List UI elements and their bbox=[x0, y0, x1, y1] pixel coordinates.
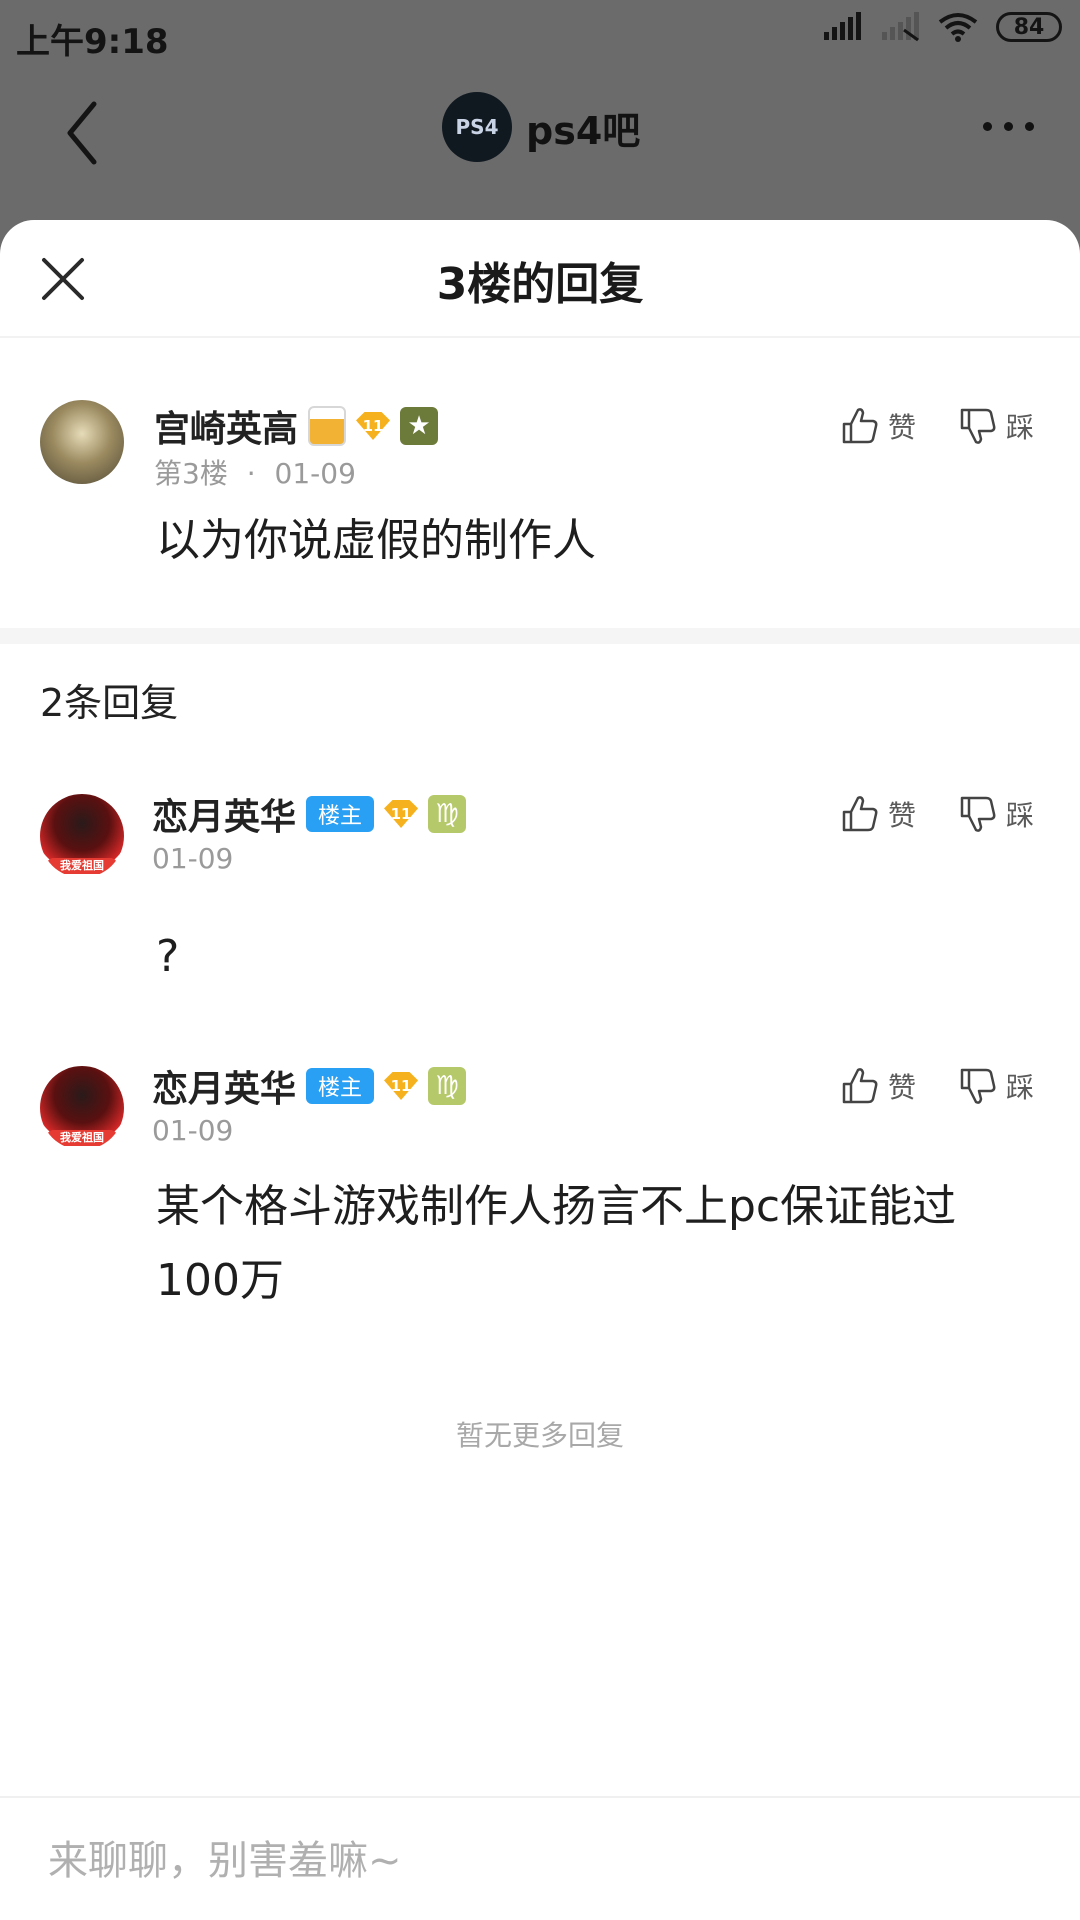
floor-number: 第3楼 bbox=[154, 457, 228, 490]
reply-count: 2条回复 bbox=[40, 681, 179, 725]
signal-icon bbox=[824, 12, 861, 40]
host-badge: 楼主 bbox=[306, 1068, 375, 1104]
zodiac-badge: ♍ bbox=[428, 1067, 467, 1105]
thumbs-up-icon bbox=[842, 1068, 878, 1104]
section-divider bbox=[0, 628, 1080, 644]
status-time: 上午9:18 bbox=[16, 22, 169, 62]
post-author: 宫崎英高 11 ★ bbox=[154, 400, 439, 452]
forum-logo: PS4 bbox=[442, 92, 512, 162]
reply-author: 恋月英华 楼主 11 ♍ bbox=[152, 788, 467, 840]
comment-bar bbox=[0, 1796, 1080, 1920]
reply-date: 01-09 bbox=[152, 842, 234, 875]
avatar[interactable]: 我爱祖国 bbox=[40, 794, 124, 878]
thumbs-up-icon bbox=[842, 796, 878, 832]
dislike-button[interactable]: 踩 bbox=[958, 794, 1034, 834]
dislike-label: 踩 bbox=[1006, 411, 1035, 444]
like-button[interactable]: 赞 bbox=[840, 794, 916, 834]
thumbs-down-icon bbox=[960, 796, 996, 832]
dislike-button[interactable]: 踩 bbox=[958, 1066, 1034, 1106]
avatar[interactable]: 我爱祖国 bbox=[40, 1066, 124, 1150]
like-button[interactable]: 赞 bbox=[840, 406, 916, 446]
post-meta: 第3楼 · 01-09 bbox=[154, 452, 356, 492]
like-label: 赞 bbox=[888, 411, 917, 444]
more-dot bbox=[1025, 122, 1034, 131]
status-icons: 84 bbox=[822, 12, 1062, 42]
sheet-title: 3楼的回复 bbox=[436, 259, 644, 310]
username[interactable]: 恋月英华 bbox=[152, 1060, 296, 1112]
sheet-header: 3楼的回复 bbox=[0, 220, 1080, 338]
avatar[interactable] bbox=[40, 400, 124, 484]
host-badge: 楼主 bbox=[306, 796, 375, 832]
post-date: 01-09 bbox=[274, 457, 356, 490]
level-badge: 11 bbox=[384, 800, 419, 828]
back-arrow-icon[interactable] bbox=[58, 98, 108, 168]
username[interactable]: 恋月英华 bbox=[152, 788, 296, 840]
dislike-label: 踩 bbox=[1006, 799, 1035, 832]
username[interactable]: 宫崎英高 bbox=[154, 400, 298, 452]
thumbs-down-icon bbox=[960, 408, 996, 444]
reply-date: 01-09 bbox=[152, 1114, 234, 1147]
avatar-tag: 我爱祖国 bbox=[46, 858, 118, 874]
like-label: 赞 bbox=[888, 1071, 917, 1104]
more-dot bbox=[1004, 122, 1013, 131]
forum-title[interactable]: PS4 ps4吧 bbox=[442, 92, 640, 162]
more-dot bbox=[983, 122, 992, 131]
meta-separator: · bbox=[246, 457, 256, 490]
comment-input[interactable] bbox=[48, 1836, 948, 1886]
reply-content: ? bbox=[156, 931, 180, 982]
screen: 上午9:18 84 PS4 ps4吧 3楼的回复 宫崎英高 11 ★ 第3楼 ·… bbox=[0, 0, 1080, 1920]
zodiac-badge: ♍ bbox=[428, 795, 467, 833]
dislike-label: 踩 bbox=[1006, 1071, 1035, 1104]
wifi-icon bbox=[938, 13, 978, 42]
level-badge: 11 bbox=[384, 1072, 419, 1100]
avatar-tag: 我爱祖国 bbox=[46, 1130, 118, 1146]
forum-topbar: PS4 ps4吧 bbox=[0, 68, 1080, 218]
thumbs-down-icon bbox=[960, 1068, 996, 1104]
like-label: 赞 bbox=[888, 799, 917, 832]
forum-name: ps4吧 bbox=[526, 108, 641, 153]
post-content: 以为你说虚假的制作人 bbox=[156, 515, 596, 566]
battery-indicator: 84 bbox=[996, 12, 1062, 42]
signal-weak-icon bbox=[882, 12, 919, 42]
reply-author: 恋月英华 楼主 11 ♍ bbox=[152, 1060, 467, 1112]
no-more-replies: 暂无更多回复 bbox=[455, 1419, 624, 1452]
reply-sheet: 3楼的回复 宫崎英高 11 ★ 第3楼 · 01-09 赞 踩 以为你说虚假的制… bbox=[0, 220, 1080, 1920]
reply-content: 某个格斗游戏制作人扬言不上pc保证能过100万 bbox=[156, 1181, 957, 1306]
medal-icon: ★ bbox=[400, 407, 439, 445]
thumbs-up-icon bbox=[842, 408, 878, 444]
level-badge: 11 bbox=[356, 412, 391, 440]
like-button[interactable]: 赞 bbox=[840, 1066, 916, 1106]
dislike-button[interactable]: 踩 bbox=[958, 406, 1034, 446]
beer-icon bbox=[308, 406, 347, 446]
more-options-icon[interactable] bbox=[983, 122, 1034, 131]
status-bar: 上午9:18 84 bbox=[0, 0, 1080, 68]
